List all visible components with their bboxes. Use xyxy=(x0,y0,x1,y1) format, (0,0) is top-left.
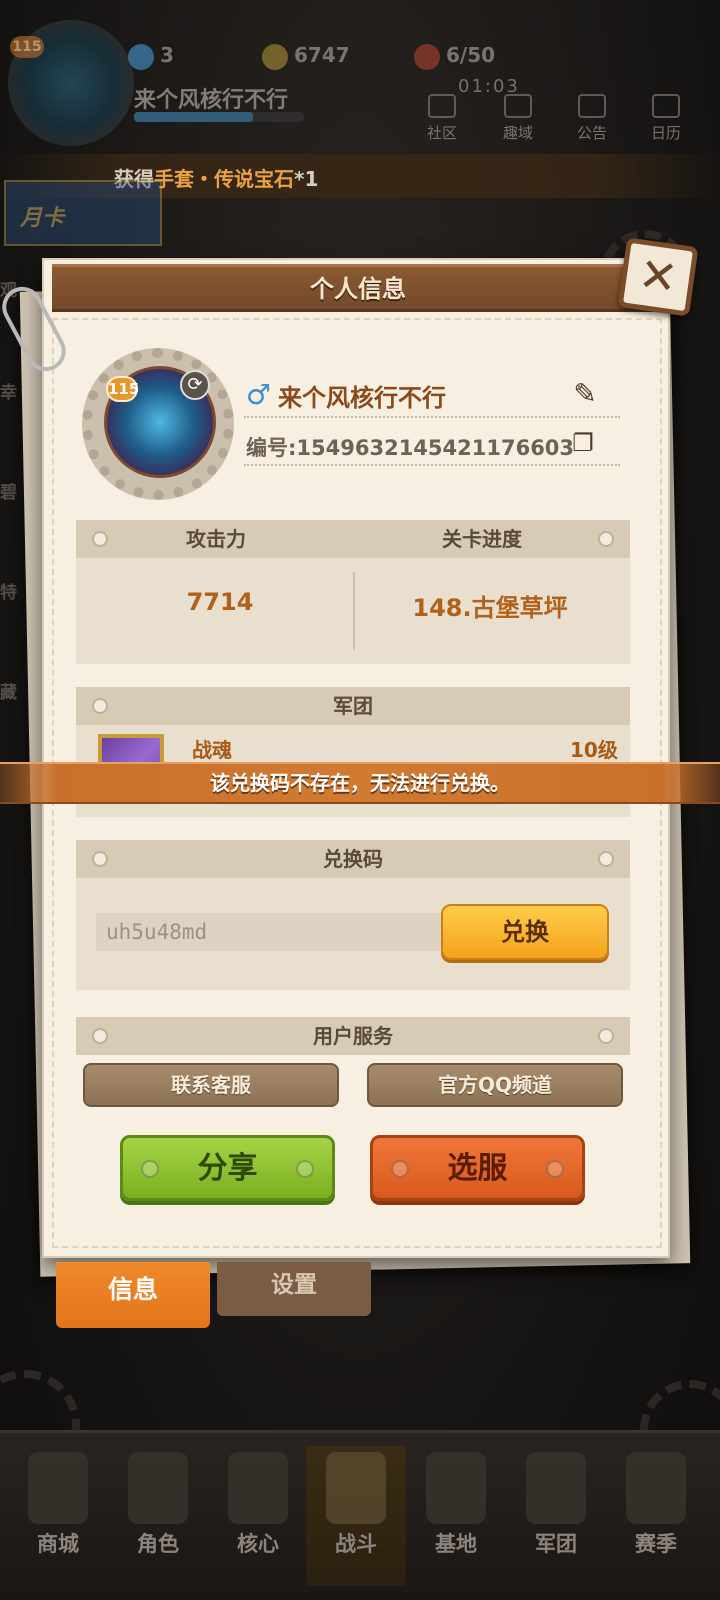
toast-message: 该兑换码不存在，无法进行兑换。 xyxy=(210,771,510,795)
nav-legion[interactable]: 军团 xyxy=(506,1446,606,1586)
fun-zone-icon xyxy=(504,94,532,118)
ticker-item: 手套・传说宝石 xyxy=(154,167,294,191)
error-toast: 该兑换码不存在，无法进行兑换。 xyxy=(0,762,720,804)
calendar-icon xyxy=(652,94,680,118)
calendar-button[interactable]: 日历 xyxy=(638,94,694,143)
nav-core[interactable]: 核心 xyxy=(208,1446,308,1586)
nav-season-label: 赛季 xyxy=(635,1532,677,1556)
close-icon: ✕ xyxy=(635,246,681,306)
gems-value: 3 xyxy=(160,43,174,67)
legion-header-title: 军团 xyxy=(333,694,373,718)
divider xyxy=(244,464,620,466)
nav-core-label: 核心 xyxy=(237,1532,279,1556)
redeem-header: 兑换码 xyxy=(76,840,630,878)
nav-character-label: 角色 xyxy=(137,1532,179,1556)
service-header-title: 用户服务 xyxy=(313,1024,393,1048)
season-icon xyxy=(626,1452,686,1524)
attack-value: 7714 xyxy=(186,588,254,616)
player-id-value: 1549632145421176603 xyxy=(296,436,575,460)
calendar-label: 日历 xyxy=(650,124,681,142)
meat-icon xyxy=(414,43,440,70)
nav-battle[interactable]: 战斗 xyxy=(306,1446,406,1586)
community-button[interactable]: 社区 xyxy=(414,94,470,143)
tab-settings[interactable]: 设置 xyxy=(217,1262,371,1316)
redeem-header-title: 兑换码 xyxy=(323,847,383,871)
player-name: 来个风核行不行 xyxy=(278,384,446,412)
progress-value: 148.古堡草坪 xyxy=(412,594,568,622)
nav-character[interactable]: 角色 xyxy=(108,1446,208,1586)
hud-avatar-level: 115 xyxy=(10,36,44,58)
month-card-button[interactable]: 月卡 xyxy=(4,180,162,246)
qq-channel-button[interactable]: 官方QQ频道 xyxy=(367,1063,623,1107)
redeem-button[interactable]: 兑换 xyxy=(441,904,609,960)
legion-icon xyxy=(526,1452,586,1524)
button-dot-icon xyxy=(141,1160,159,1178)
character-icon xyxy=(128,1452,188,1524)
progress-label: 关卡进度 xyxy=(442,527,522,551)
redeem-code-input[interactable]: uh5u48md xyxy=(96,913,456,951)
stats-header xyxy=(76,520,630,558)
nav-season[interactable]: 赛季 xyxy=(606,1446,706,1586)
notice-icon xyxy=(578,94,606,118)
base-icon xyxy=(426,1452,486,1524)
select-server-label: 选服 xyxy=(447,1151,508,1186)
rivet-icon xyxy=(598,531,614,547)
legion-header: 军团 xyxy=(76,687,630,725)
legion-level: 10级 xyxy=(570,738,618,762)
legion-name: 战魂 xyxy=(192,738,232,762)
shop-icon xyxy=(28,1452,88,1524)
copy-id-icon[interactable]: ❐ xyxy=(568,428,598,458)
community-icon xyxy=(428,94,456,118)
close-button[interactable]: ✕ xyxy=(617,237,699,317)
stamina-value: 6/50 xyxy=(446,43,496,67)
contact-support-button[interactable]: 联系客服 xyxy=(83,1063,339,1107)
stamina-counter[interactable]: 6/50 xyxy=(414,40,495,70)
panel-title: 个人信息 xyxy=(310,275,406,303)
attack-label: 攻击力 xyxy=(186,527,246,551)
coins-value: 6747 xyxy=(294,43,350,67)
player-id-label: 编号: xyxy=(246,436,297,460)
edit-name-icon[interactable]: ✎ xyxy=(568,378,602,410)
tab-info[interactable]: 信息 xyxy=(56,1262,210,1328)
button-dot-icon xyxy=(296,1160,314,1178)
select-server-button[interactable]: 选服 xyxy=(370,1135,585,1201)
notice-button[interactable]: 公告 xyxy=(564,94,620,143)
male-icon: ♂ xyxy=(246,378,272,411)
button-dot-icon xyxy=(391,1160,409,1178)
fun-zone-label: 趣域 xyxy=(502,124,533,142)
coins-counter[interactable]: 6747 xyxy=(262,40,350,70)
nav-base[interactable]: 基地 xyxy=(406,1446,506,1586)
ticker-suffix: *1 xyxy=(294,167,319,191)
button-dot-icon xyxy=(546,1160,564,1178)
hud-player-name: 来个风核行不行 xyxy=(134,88,289,113)
gem-icon xyxy=(128,43,154,70)
stats-divider xyxy=(353,572,355,650)
nav-shop-label: 商城 xyxy=(37,1532,79,1556)
refresh-icon[interactable]: ⟳ xyxy=(180,370,210,400)
coin-icon xyxy=(262,43,288,70)
hud-exp-bar xyxy=(134,112,304,122)
nav-battle-label: 战斗 xyxy=(335,1532,377,1556)
community-label: 社区 xyxy=(426,124,457,142)
month-card-label: 月卡 xyxy=(20,206,65,231)
pistol-icon xyxy=(326,1452,386,1524)
avatar-level-badge: 115 xyxy=(106,376,139,402)
panel-title-bar: 个人信息 xyxy=(52,264,664,312)
share-label: 分享 xyxy=(197,1151,258,1186)
gems-counter[interactable]: 3 xyxy=(128,40,174,70)
service-header: 用户服务 xyxy=(76,1017,630,1055)
nav-shop[interactable]: 商城 xyxy=(8,1446,108,1586)
core-icon xyxy=(228,1452,288,1524)
player-id: 编号:1549632145421176603 xyxy=(246,432,574,462)
share-button[interactable]: 分享 xyxy=(120,1135,335,1201)
divider xyxy=(244,416,620,418)
nav-base-label: 基地 xyxy=(435,1532,477,1556)
notice-label: 公告 xyxy=(576,124,607,142)
fun-zone-button[interactable]: 趣域 xyxy=(490,94,546,143)
nav-legion-label: 军团 xyxy=(535,1532,577,1556)
rivet-icon xyxy=(92,531,108,547)
